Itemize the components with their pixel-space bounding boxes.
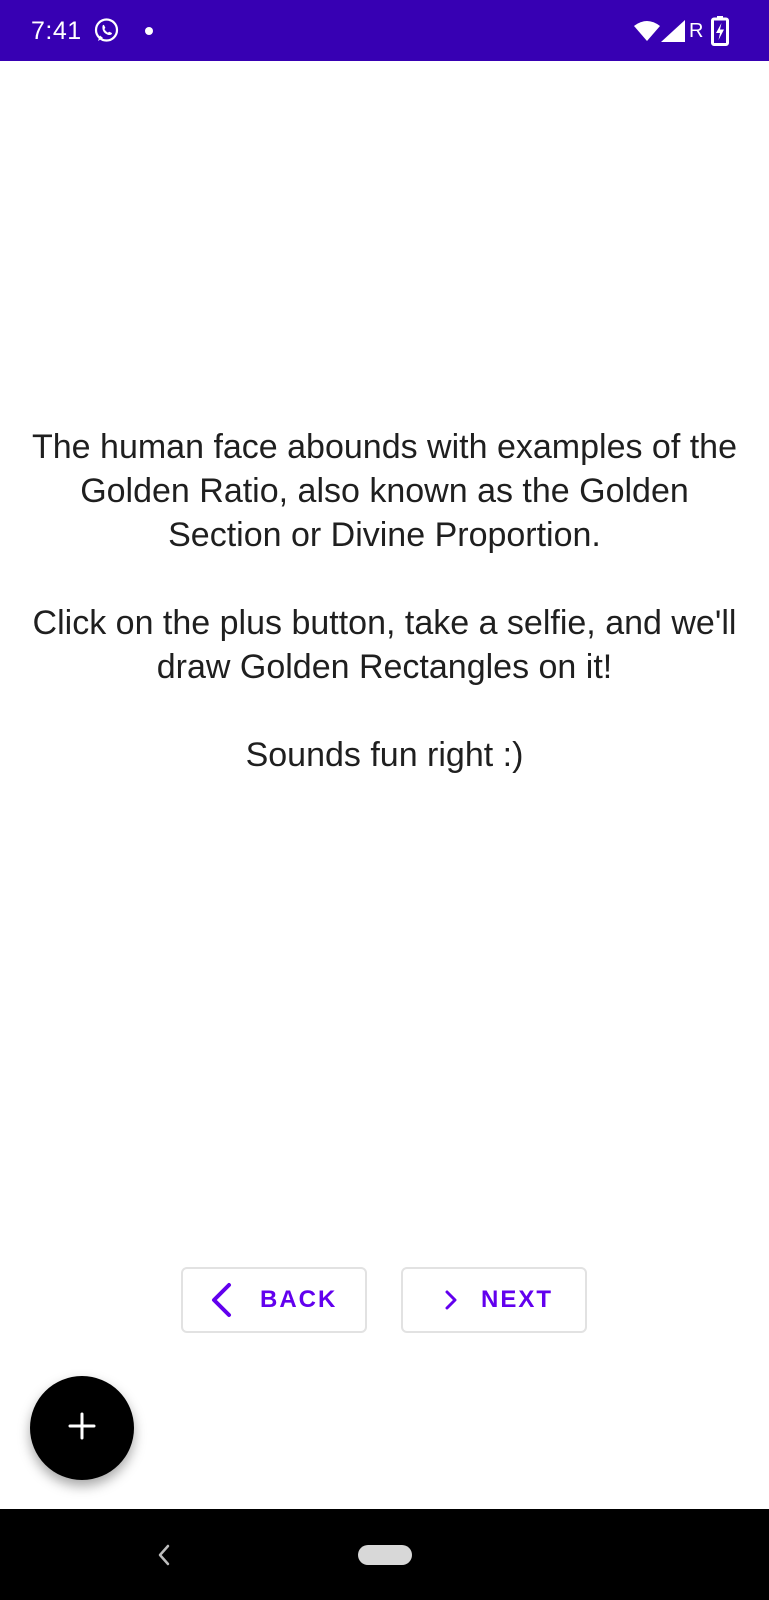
nav-home-pill-icon[interactable] (358, 1545, 412, 1565)
intro-paragraph-golden-ratio: The human face abounds with examples of … (32, 428, 737, 554)
system-navigation-bar (0, 1509, 769, 1600)
nav-back-icon[interactable] (157, 1544, 171, 1571)
roaming-indicator: R (689, 20, 704, 42)
notification-dot-icon (145, 27, 153, 35)
plus-icon (68, 1412, 96, 1445)
status-bar: 7:41 R (0, 0, 769, 61)
intro-paragraph-instructions: Click on the plus button, take a selfie,… (32, 604, 737, 686)
chevron-right-icon (445, 1290, 457, 1310)
next-button[interactable]: NEXT (401, 1267, 587, 1333)
status-icons: R (634, 15, 744, 47)
back-button[interactable]: BACK (181, 1267, 367, 1333)
signal-icon (661, 20, 685, 47)
back-button-label: BACK (260, 1286, 338, 1313)
intro-text: The human face abounds with examples of … (20, 425, 749, 777)
add-photo-fab[interactable] (30, 1376, 134, 1480)
status-time: 7:41 (31, 17, 82, 45)
battery-charging-icon (711, 16, 729, 51)
intro-paragraph-closing: Sounds fun right :) (245, 736, 524, 774)
wifi-icon (634, 20, 660, 47)
whatsapp-icon (93, 17, 120, 44)
next-button-label: NEXT (481, 1286, 554, 1313)
chevron-left-icon (210, 1282, 232, 1318)
